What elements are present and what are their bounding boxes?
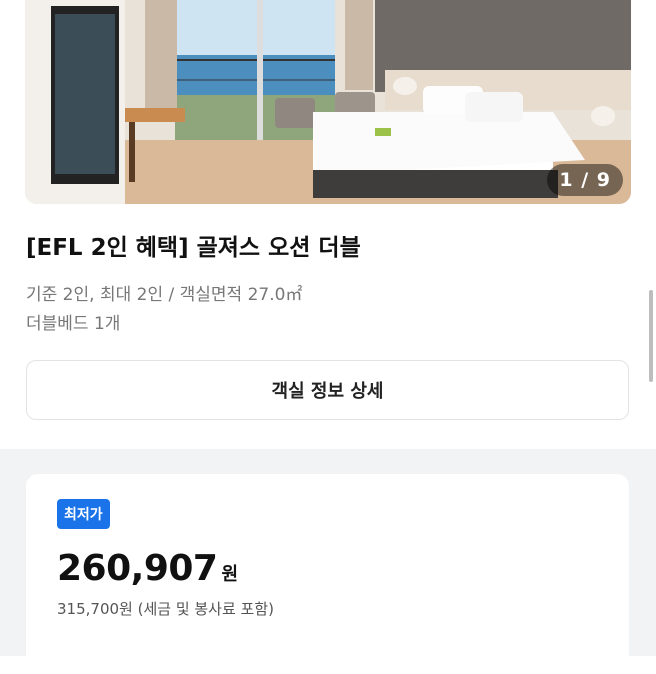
- scrollbar[interactable]: [649, 290, 653, 382]
- room-photo[interactable]: 1 / 9: [25, 0, 631, 204]
- room-capacity: 기준 2인, 최대 2인 / 객실면적 27.0㎡: [26, 285, 303, 305]
- price-amount: 260,907: [57, 548, 218, 589]
- lowest-price-badge: 최저가: [57, 499, 110, 529]
- original-price: 315,700원 (세금 및 봉사료 포함): [57, 600, 275, 618]
- photo-counter: 1 / 9: [547, 164, 623, 196]
- room-bed: 더블베드 1개: [26, 314, 121, 334]
- price-unit: 원: [221, 564, 239, 585]
- room-photo-image: [25, 0, 631, 204]
- price-main: 260,907 원: [57, 548, 238, 589]
- room-title: [EFL 2인 혜택] 골져스 오션 더블: [26, 235, 361, 261]
- room-detail-button[interactable]: 객실 정보 상세: [26, 360, 629, 420]
